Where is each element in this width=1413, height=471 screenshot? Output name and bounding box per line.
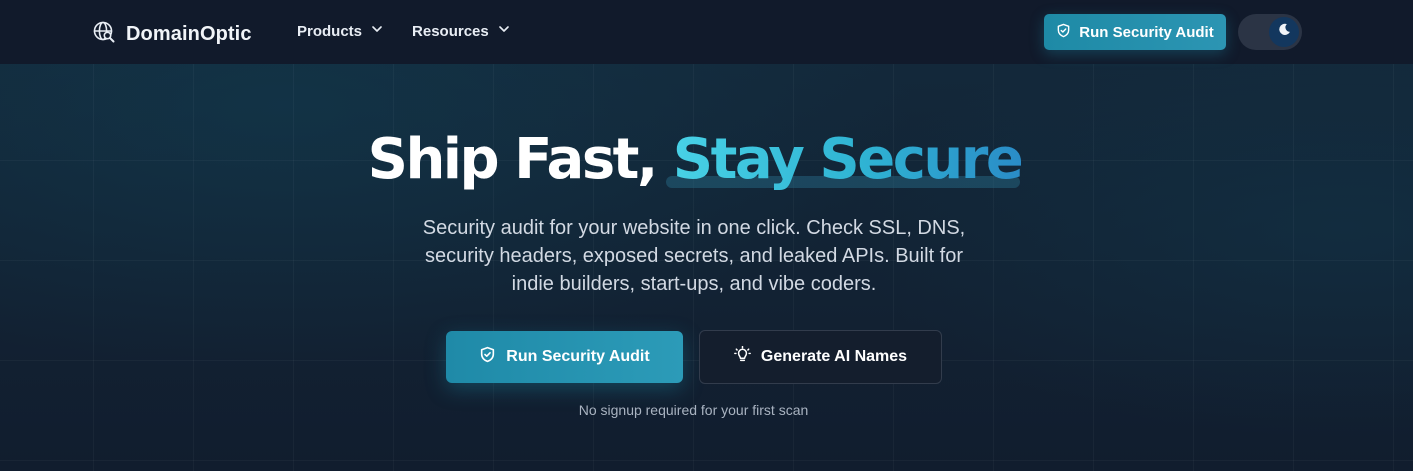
header-run-audit-label: Run Security Audit xyxy=(1079,23,1214,41)
signup-note: No signup required for your first scan xyxy=(578,402,809,418)
hero-subtitle: Security audit for your website in one c… xyxy=(422,217,966,295)
run-security-audit-label: Run Security Audit xyxy=(506,348,650,365)
shield-check-icon xyxy=(479,346,496,368)
nav-resources-label: Resources xyxy=(412,22,489,40)
nav-resources[interactable]: Resources xyxy=(412,22,511,40)
nav-products[interactable]: Products xyxy=(297,22,384,40)
theme-toggle[interactable] xyxy=(1238,14,1302,50)
lightbulb-icon xyxy=(734,345,751,368)
hero-title: Ship Fast, Stay Secure xyxy=(0,124,1389,196)
generate-ai-names-button[interactable]: Generate AI Names xyxy=(699,330,942,384)
run-security-audit-button[interactable]: Run Security Audit xyxy=(446,331,683,383)
hero-title-accent: Stay Secure xyxy=(672,127,1024,192)
chevron-down-icon xyxy=(370,22,384,40)
generate-ai-names-label: Generate AI Names xyxy=(760,348,908,365)
nav-products-label: Products xyxy=(297,22,363,40)
main-nav: Products Resources xyxy=(297,22,511,40)
chevron-down-icon xyxy=(497,22,511,40)
shield-check-icon xyxy=(1056,23,1071,42)
moon-icon xyxy=(1277,22,1292,42)
globe-search-icon xyxy=(92,20,116,49)
brand-logo[interactable]: DomainOptic xyxy=(92,20,252,49)
theme-toggle-knob xyxy=(1269,17,1299,47)
header-run-audit-button[interactable]: Run Security Audit xyxy=(1044,14,1226,50)
hero-title-plain: Ship Fast, xyxy=(367,127,659,192)
brand-name: DomainOptic xyxy=(126,23,252,45)
top-navbar: DomainOptic Products Resources Run Secur… xyxy=(0,0,1413,64)
